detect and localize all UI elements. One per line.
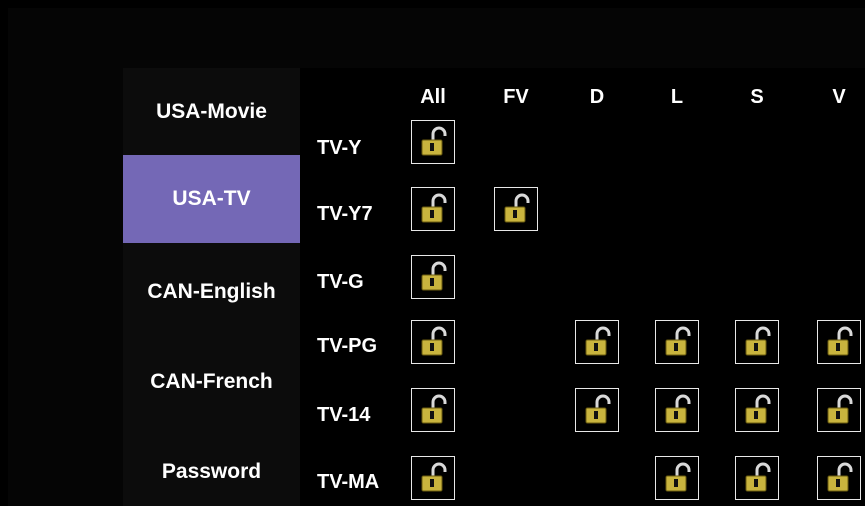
column-header-s: S — [750, 86, 764, 108]
unlocked-padlock-icon — [665, 394, 691, 424]
unlocked-padlock-icon — [827, 394, 853, 424]
sidebar-item-label: CAN-French — [150, 370, 273, 393]
sidebar-item-label: USA-TV — [172, 187, 251, 210]
row-label-tv-g: TV-G — [317, 271, 364, 293]
lock-toggle-tv-ma-all[interactable] — [411, 456, 455, 500]
lock-toggle-tv-14-d[interactable] — [575, 388, 619, 432]
lock-toggle-tv-pg-d[interactable] — [575, 320, 619, 364]
unlocked-padlock-icon — [421, 394, 447, 424]
row-label-tv-pg: TV-PG — [317, 335, 378, 357]
row-label-tv-14: TV-14 — [317, 404, 371, 426]
unlocked-padlock-icon — [421, 261, 447, 291]
ratings-grid: All FV D L S V TV-Y TV-Y7 TV-G TV-PG TV-… — [300, 68, 865, 506]
lock-toggle-tv-ma-s[interactable] — [735, 456, 779, 500]
lock-toggle-tv-y7-all[interactable] — [411, 187, 455, 231]
unlocked-padlock-icon — [827, 326, 853, 356]
column-header-d: D — [589, 86, 605, 108]
sidebar-item-usa-movie[interactable]: USA-Movie — [123, 68, 300, 156]
sidebar-item-label: USA-Movie — [156, 100, 267, 123]
column-header-fv: FV — [503, 86, 529, 108]
row-label-tv-y7: TV-Y7 — [317, 203, 373, 225]
parental-control-screen: USA-Movie USA-TV CAN-English CAN-French … — [0, 0, 865, 506]
column-header-l: L — [670, 86, 684, 108]
lock-toggle-tv-pg-s[interactable] — [735, 320, 779, 364]
unlocked-padlock-icon — [421, 126, 447, 156]
unlocked-padlock-icon — [827, 462, 853, 492]
lock-toggle-tv-14-s[interactable] — [735, 388, 779, 432]
row-label-tv-ma: TV-MA — [317, 471, 380, 493]
lock-toggle-tv-ma-l[interactable] — [655, 456, 699, 500]
sidebar-item-can-french[interactable]: CAN-French — [123, 338, 300, 426]
unlocked-padlock-icon — [745, 394, 771, 424]
lock-toggle-tv-14-l[interactable] — [655, 388, 699, 432]
sidebar-item-can-english[interactable]: CAN-English — [123, 248, 300, 336]
region-sidebar: USA-Movie USA-TV CAN-English CAN-French … — [123, 68, 300, 506]
unlocked-padlock-icon — [585, 394, 611, 424]
lock-toggle-tv-pg-l[interactable] — [655, 320, 699, 364]
unlocked-padlock-icon — [745, 326, 771, 356]
sidebar-item-usa-tv[interactable]: USA-TV — [123, 155, 300, 243]
unlocked-padlock-icon — [665, 326, 691, 356]
unlocked-padlock-icon — [421, 326, 447, 356]
lock-toggle-tv-y-all[interactable] — [411, 120, 455, 164]
lock-toggle-tv-g-all[interactable] — [411, 255, 455, 299]
row-label-tv-y: TV-Y — [317, 137, 362, 159]
column-header-all: All — [420, 86, 446, 108]
sidebar-item-label: CAN-English — [147, 280, 276, 303]
lock-toggle-tv-pg-all[interactable] — [411, 320, 455, 364]
lock-toggle-tv-ma-v[interactable] — [817, 456, 861, 500]
unlocked-padlock-icon — [665, 462, 691, 492]
sidebar-item-password[interactable]: Password — [123, 428, 300, 506]
unlocked-padlock-icon — [504, 193, 530, 223]
lock-toggle-tv-14-all[interactable] — [411, 388, 455, 432]
unlocked-padlock-icon — [421, 462, 447, 492]
lock-toggle-tv-y7-fv[interactable] — [494, 187, 538, 231]
unlocked-padlock-icon — [745, 462, 771, 492]
unlocked-padlock-icon — [585, 326, 611, 356]
lock-toggle-tv-14-v[interactable] — [817, 388, 861, 432]
unlocked-padlock-icon — [421, 193, 447, 223]
column-header-v: V — [832, 86, 846, 108]
sidebar-item-label: Password — [161, 460, 262, 483]
lock-toggle-tv-pg-v[interactable] — [817, 320, 861, 364]
